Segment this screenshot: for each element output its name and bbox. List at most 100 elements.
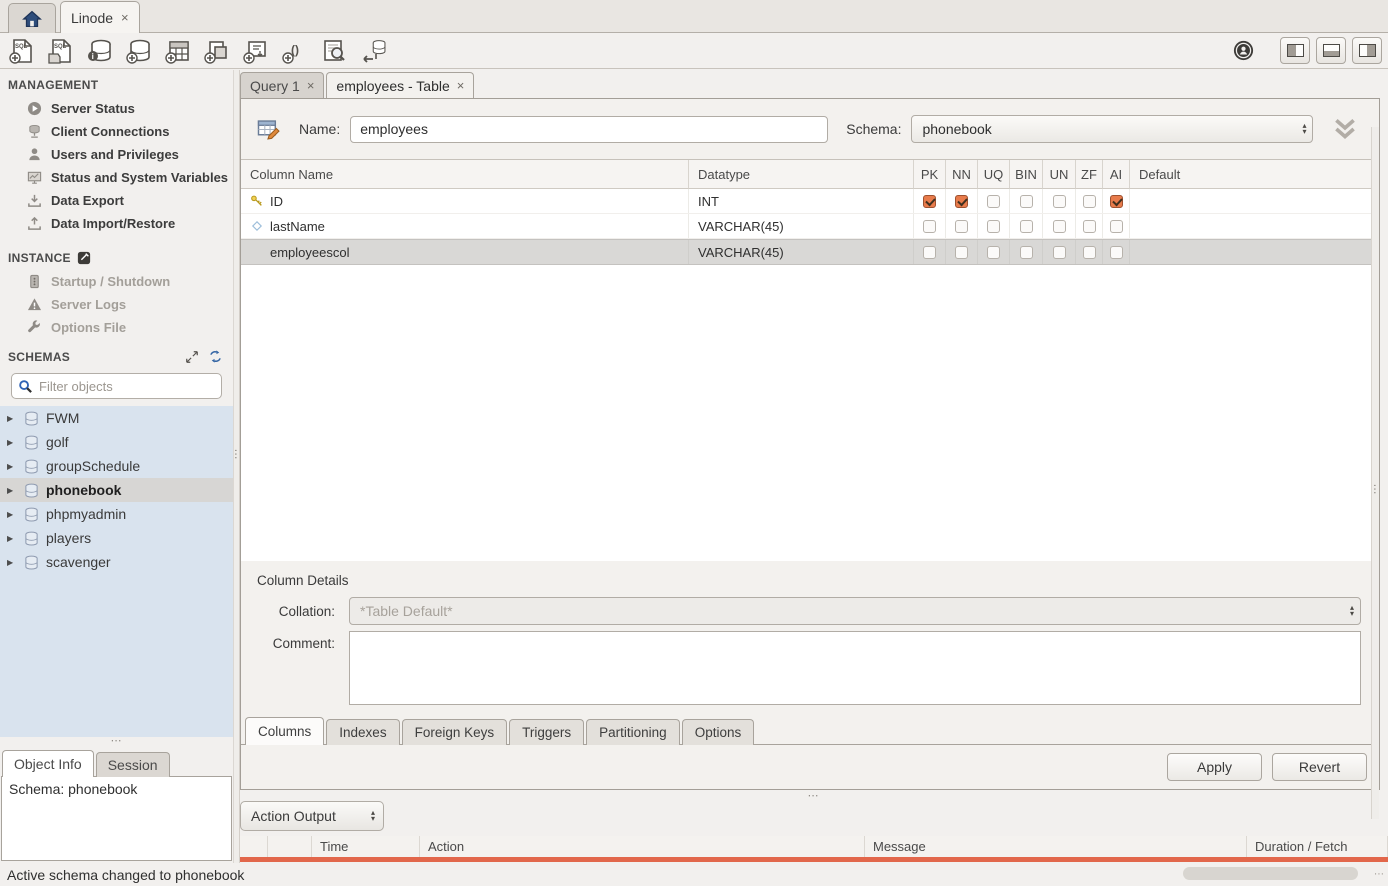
close-icon[interactable]: × [121, 10, 129, 25]
sidebar-splitter-handle[interactable]: ⋯ [0, 737, 233, 750]
collation-select[interactable]: *Table Default* ▴ ▾ [349, 597, 1361, 625]
un-checkbox[interactable] [1053, 220, 1066, 233]
output-header-duration[interactable]: Duration / Fetch [1247, 836, 1388, 857]
zf-checkbox[interactable] [1083, 195, 1096, 208]
header-ai[interactable]: AI [1103, 160, 1130, 189]
toggle-right-panel-button[interactable] [1352, 37, 1382, 64]
close-icon[interactable]: × [457, 78, 465, 93]
chevron-right-icon[interactable]: ▶ [7, 558, 17, 567]
search-objects-icon[interactable] [321, 38, 347, 64]
sidebar-item-data-export[interactable]: Data Export [0, 189, 233, 212]
subtab-options[interactable]: Options [682, 719, 755, 745]
header-datatype[interactable]: Datatype [689, 160, 914, 189]
subtab-partitioning[interactable]: Partitioning [586, 719, 680, 745]
schema-row-golf[interactable]: ▶ golf [0, 430, 233, 454]
tab-session[interactable]: Session [96, 752, 170, 777]
zf-checkbox[interactable] [1083, 220, 1096, 233]
schema-row-players[interactable]: ▶ players [0, 526, 233, 550]
header-bin[interactable]: BIN [1010, 160, 1043, 189]
create-procedure-icon[interactable] [243, 38, 269, 64]
window-resize-grip[interactable]: ⋯ [1374, 869, 1385, 880]
table-row[interactable]: lastName VARCHAR(45) [241, 214, 1379, 239]
output-selector[interactable]: Action Output ▴ ▾ [240, 801, 384, 831]
uq-checkbox[interactable] [987, 246, 1000, 259]
subtab-triggers[interactable]: Triggers [509, 719, 584, 745]
sidebar-item-options-file[interactable]: Options File [0, 316, 233, 339]
create-table-icon[interactable] [165, 38, 191, 64]
home-tab[interactable] [8, 3, 56, 33]
chevron-right-icon[interactable]: ▶ [7, 486, 17, 495]
new-sql-tab-icon[interactable] [9, 38, 35, 64]
schema-row-phpmyadmin[interactable]: ▶ phpmyadmin [0, 502, 233, 526]
tab-query-1[interactable]: Query 1 × [240, 72, 324, 98]
output-splitter-handle[interactable]: ⋯ [240, 790, 1388, 800]
tab-object-info[interactable]: Object Info [2, 750, 94, 777]
default-cell[interactable] [1130, 189, 1379, 213]
bin-checkbox[interactable] [1020, 220, 1033, 233]
spinner-arrows-icon[interactable]: ▴ ▾ [1302, 123, 1306, 135]
nn-checkbox[interactable] [955, 220, 968, 233]
table-row[interactable]: employeescol VARCHAR(45) [241, 239, 1379, 265]
nn-checkbox[interactable] [955, 246, 968, 259]
sidebar-item-server-status[interactable]: Server Status [0, 97, 233, 120]
default-cell[interactable] [1130, 240, 1379, 264]
toggle-left-panel-button[interactable] [1280, 37, 1310, 64]
sidebar-main-splitter[interactable]: ⋯ [233, 70, 240, 863]
expand-header-chevron-icon[interactable] [1331, 117, 1359, 141]
schema-row-groupschedule[interactable]: ▶ groupSchedule [0, 454, 233, 478]
pk-checkbox[interactable] [923, 195, 936, 208]
schema-select[interactable]: phonebook ▴ ▾ [911, 115, 1313, 143]
bin-checkbox[interactable] [1020, 246, 1033, 259]
chevron-right-icon[interactable]: ▶ [7, 414, 17, 423]
column-name-cell[interactable]: ID [241, 189, 689, 213]
uq-checkbox[interactable] [987, 195, 1000, 208]
header-column-name[interactable]: Column Name [241, 160, 689, 189]
subtab-columns[interactable]: Columns [245, 717, 324, 745]
header-nn[interactable]: NN [946, 160, 978, 189]
default-cell[interactable] [1130, 214, 1379, 238]
revert-button[interactable]: Revert [1272, 753, 1367, 781]
sidebar-item-status-system-variables[interactable]: Status and System Variables [0, 166, 233, 189]
chevron-right-icon[interactable]: ▶ [7, 438, 17, 447]
column-name-cell[interactable]: employeescol [241, 240, 689, 264]
ai-checkbox[interactable] [1110, 246, 1123, 259]
reconnect-database-icon[interactable] [360, 38, 386, 64]
header-default[interactable]: Default [1130, 160, 1379, 189]
chevron-right-icon[interactable]: ▶ [7, 510, 17, 519]
nn-checkbox[interactable] [955, 195, 968, 208]
schema-row-fwm[interactable]: ▶ FWM [0, 406, 233, 430]
database-info-icon[interactable]: i [87, 38, 113, 64]
apply-button[interactable]: Apply [1167, 753, 1262, 781]
sidebar-item-client-connections[interactable]: Client Connections [0, 120, 233, 143]
output-header-message[interactable]: Message [865, 836, 1247, 857]
schema-row-scavenger[interactable]: ▶ scavenger [0, 550, 233, 574]
datatype-cell[interactable]: INT [689, 189, 914, 213]
ai-checkbox[interactable] [1110, 220, 1123, 233]
output-header-action[interactable]: Action [420, 836, 865, 857]
datatype-cell[interactable]: VARCHAR(45) [689, 240, 914, 264]
pk-checkbox[interactable] [923, 220, 936, 233]
chevron-right-icon[interactable]: ▶ [7, 534, 17, 543]
toggle-bottom-panel-button[interactable] [1316, 37, 1346, 64]
refresh-schemas-icon[interactable] [208, 349, 223, 364]
output-header-time[interactable]: Time [312, 836, 420, 857]
expand-schemas-icon[interactable] [185, 350, 199, 364]
table-name-input[interactable] [350, 116, 828, 143]
header-uq[interactable]: UQ [978, 160, 1010, 189]
un-checkbox[interactable] [1053, 195, 1066, 208]
subtab-indexes[interactable]: Indexes [326, 719, 399, 745]
header-un[interactable]: UN [1043, 160, 1076, 189]
pk-checkbox[interactable] [923, 246, 936, 259]
un-checkbox[interactable] [1053, 246, 1066, 259]
horizontal-scrollbar-thumb[interactable] [1183, 867, 1358, 880]
datatype-cell[interactable]: VARCHAR(45) [689, 214, 914, 238]
sidebar-item-server-logs[interactable]: Server Logs [0, 293, 233, 316]
notifications-icon[interactable] [1230, 38, 1256, 64]
create-function-icon[interactable]: () [282, 38, 308, 64]
sidebar-item-startup-shutdown[interactable]: Startup / Shutdown [0, 270, 233, 293]
tab-employees-table[interactable]: employees - Table × [326, 72, 474, 98]
uq-checkbox[interactable] [987, 220, 1000, 233]
column-name-cell[interactable]: lastName [241, 214, 689, 238]
open-sql-script-icon[interactable] [48, 38, 74, 64]
sidebar-item-data-import[interactable]: Data Import/Restore [0, 212, 233, 235]
